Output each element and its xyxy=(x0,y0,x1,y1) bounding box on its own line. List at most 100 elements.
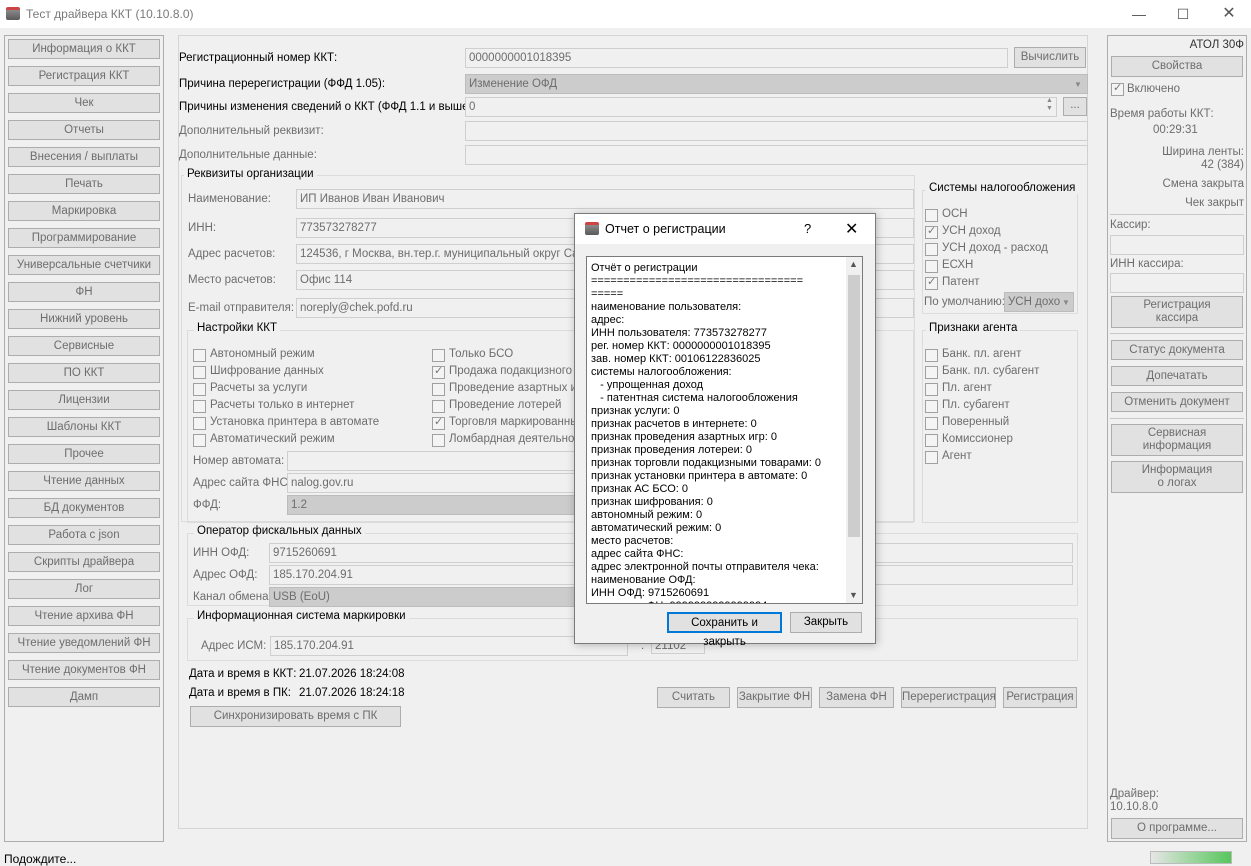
checkbox[interactable] xyxy=(193,383,206,396)
read-button[interactable]: Считать xyxy=(657,687,730,708)
nav-button[interactable]: Чек xyxy=(8,93,160,113)
checkbox[interactable] xyxy=(925,451,938,464)
checkbox[interactable] xyxy=(193,349,206,362)
checkbox[interactable] xyxy=(432,400,445,413)
checkbox[interactable] xyxy=(925,434,938,447)
nav-button[interactable]: Лицензии xyxy=(8,390,160,410)
nav-button[interactable]: Чтение документов ФН xyxy=(8,660,160,680)
checkbox[interactable] xyxy=(925,349,938,362)
nav-button[interactable]: Чтение архива ФН xyxy=(8,606,160,626)
spin-icon[interactable]: ▲ ▼ xyxy=(1046,97,1053,113)
checkbox[interactable] xyxy=(432,364,445,379)
registration-button[interactable]: Регистрация xyxy=(1003,687,1077,708)
nav-button[interactable]: Чтение уведомлений ФН xyxy=(8,633,160,653)
extra-prop-field[interactable] xyxy=(465,121,1088,141)
calc-button[interactable]: Вычислить xyxy=(1014,47,1086,68)
checkbox[interactable] xyxy=(925,400,938,413)
nav-button[interactable]: Шаблоны ККТ xyxy=(8,417,160,437)
checkbox[interactable] xyxy=(193,400,206,413)
nav-button[interactable]: Чтение данных xyxy=(8,471,160,491)
ofd-channel-select[interactable]: USB (EoU) xyxy=(269,587,579,607)
nav-button[interactable]: Информация о ККТ xyxy=(8,39,160,59)
report-line: признак АС БСО: 0 xyxy=(591,483,689,495)
checkbox[interactable] xyxy=(925,383,938,396)
checkbox[interactable] xyxy=(925,243,938,256)
checkbox-label: Проведение азартных иг xyxy=(449,382,582,394)
report-line: ===== xyxy=(591,288,624,300)
close-fn-button[interactable]: Закрытие ФН xyxy=(737,687,812,708)
service-info-button[interactable]: Сервисная информация xyxy=(1111,424,1243,456)
report-textbox[interactable]: Отчёт о регистрации =====================… xyxy=(586,256,863,604)
nav-button[interactable]: Работа с json xyxy=(8,525,160,545)
cashier-inn-field[interactable] xyxy=(1110,273,1244,293)
receipt-status: Чек закрыт xyxy=(1185,197,1244,209)
checkbox[interactable] xyxy=(432,415,445,430)
checkbox[interactable] xyxy=(193,434,206,447)
dialog-close-button[interactable]: Закрыть xyxy=(790,612,862,633)
nav-button[interactable]: Программирование xyxy=(8,228,160,248)
nav-button[interactable]: Скрипты драйвера xyxy=(8,552,160,572)
change-reasons-more-button[interactable]: ... xyxy=(1063,97,1087,116)
help-icon[interactable]: ? xyxy=(804,221,811,236)
checkbox[interactable] xyxy=(925,209,938,222)
checkbox[interactable] xyxy=(925,275,938,290)
nav-button[interactable]: Прочее xyxy=(8,444,160,464)
sync-time-button[interactable]: Синхронизировать время с ПК xyxy=(190,706,401,727)
register-cashier-button[interactable]: Регистрация кассира xyxy=(1111,296,1243,328)
report-line: признак услуги: 0 xyxy=(591,405,680,417)
ffd-select[interactable]: 1.2 xyxy=(287,495,587,515)
nav-button[interactable]: БД документов xyxy=(8,498,160,518)
scroll-up-icon[interactable]: ▲ xyxy=(849,259,858,269)
checkbox[interactable] xyxy=(432,349,445,362)
change-reasons-field[interactable]: 0 xyxy=(465,97,1057,117)
shift-status: Смена закрыта xyxy=(1162,178,1244,190)
nav-button[interactable]: Дамп xyxy=(8,687,160,707)
reregistration-button[interactable]: Перерегистрация xyxy=(901,687,996,708)
close-icon[interactable]: ✕ xyxy=(1206,4,1251,24)
nav-button[interactable]: Отчеты xyxy=(8,120,160,140)
doc-status-button[interactable]: Статус документа xyxy=(1111,340,1243,360)
checkbox[interactable] xyxy=(925,224,938,239)
reg-number-field[interactable]: 0000000001018395 xyxy=(465,48,1008,68)
nav-button[interactable]: Внесения / выплаты xyxy=(8,147,160,167)
maximize-icon[interactable]: ☐ xyxy=(1160,4,1206,24)
automat-field[interactable] xyxy=(287,451,587,471)
cancel-document-button[interactable]: Отменить документ xyxy=(1111,392,1243,412)
properties-button[interactable]: Свойства xyxy=(1111,56,1243,77)
org-name-field[interactable]: ИП Иванов Иван Иванович xyxy=(296,189,914,209)
enabled-checkbox[interactable] xyxy=(1111,81,1124,96)
nav-button[interactable]: Сервисные xyxy=(8,336,160,356)
nav-button[interactable]: Нижний уровень xyxy=(8,309,160,329)
checkbox-label: Установка принтера в автомате xyxy=(210,416,380,428)
reprint-button[interactable]: Допечатать xyxy=(1111,366,1243,386)
extra-data-field[interactable] xyxy=(465,145,1088,165)
checkbox[interactable] xyxy=(432,383,445,396)
cashier-field[interactable] xyxy=(1110,235,1244,255)
nav-button[interactable]: Маркировка xyxy=(8,201,160,221)
checkbox[interactable] xyxy=(925,417,938,430)
about-button[interactable]: О программе... xyxy=(1111,818,1243,839)
minimize-icon[interactable]: — xyxy=(1116,4,1162,24)
nav-button[interactable]: Регистрация ККТ xyxy=(8,66,160,86)
replace-fn-button[interactable]: Замена ФН xyxy=(819,687,894,708)
report-line: ================================= xyxy=(591,275,803,287)
nav-button[interactable]: Лог xyxy=(8,579,160,599)
fns-site-field[interactable]: nalog.gov.ru xyxy=(287,473,587,493)
report-line: системы налогообложения: xyxy=(591,366,732,378)
nav-button[interactable]: ПО ККТ xyxy=(8,363,160,383)
save-and-close-button[interactable]: Сохранить и закрыть xyxy=(667,612,782,648)
checkbox[interactable] xyxy=(432,434,445,447)
scrollbar-thumb[interactable] xyxy=(848,275,860,537)
scroll-down-icon[interactable]: ▼ xyxy=(849,590,858,600)
nav-button[interactable]: Универсальные счетчики xyxy=(8,255,160,275)
nav-button[interactable]: Печать xyxy=(8,174,160,194)
log-info-button[interactable]: Информация о логах xyxy=(1111,461,1243,493)
rereg-reason-select[interactable]: Изменение ОФД xyxy=(465,74,1088,94)
checkbox[interactable] xyxy=(193,417,206,430)
checkbox[interactable] xyxy=(925,260,938,273)
dialog-close-icon[interactable]: ✕ xyxy=(845,219,858,239)
report-scrollbar[interactable]: ▲ ▼ xyxy=(846,257,862,603)
checkbox[interactable] xyxy=(925,366,938,379)
checkbox[interactable] xyxy=(193,366,206,379)
nav-button[interactable]: ФН xyxy=(8,282,160,302)
